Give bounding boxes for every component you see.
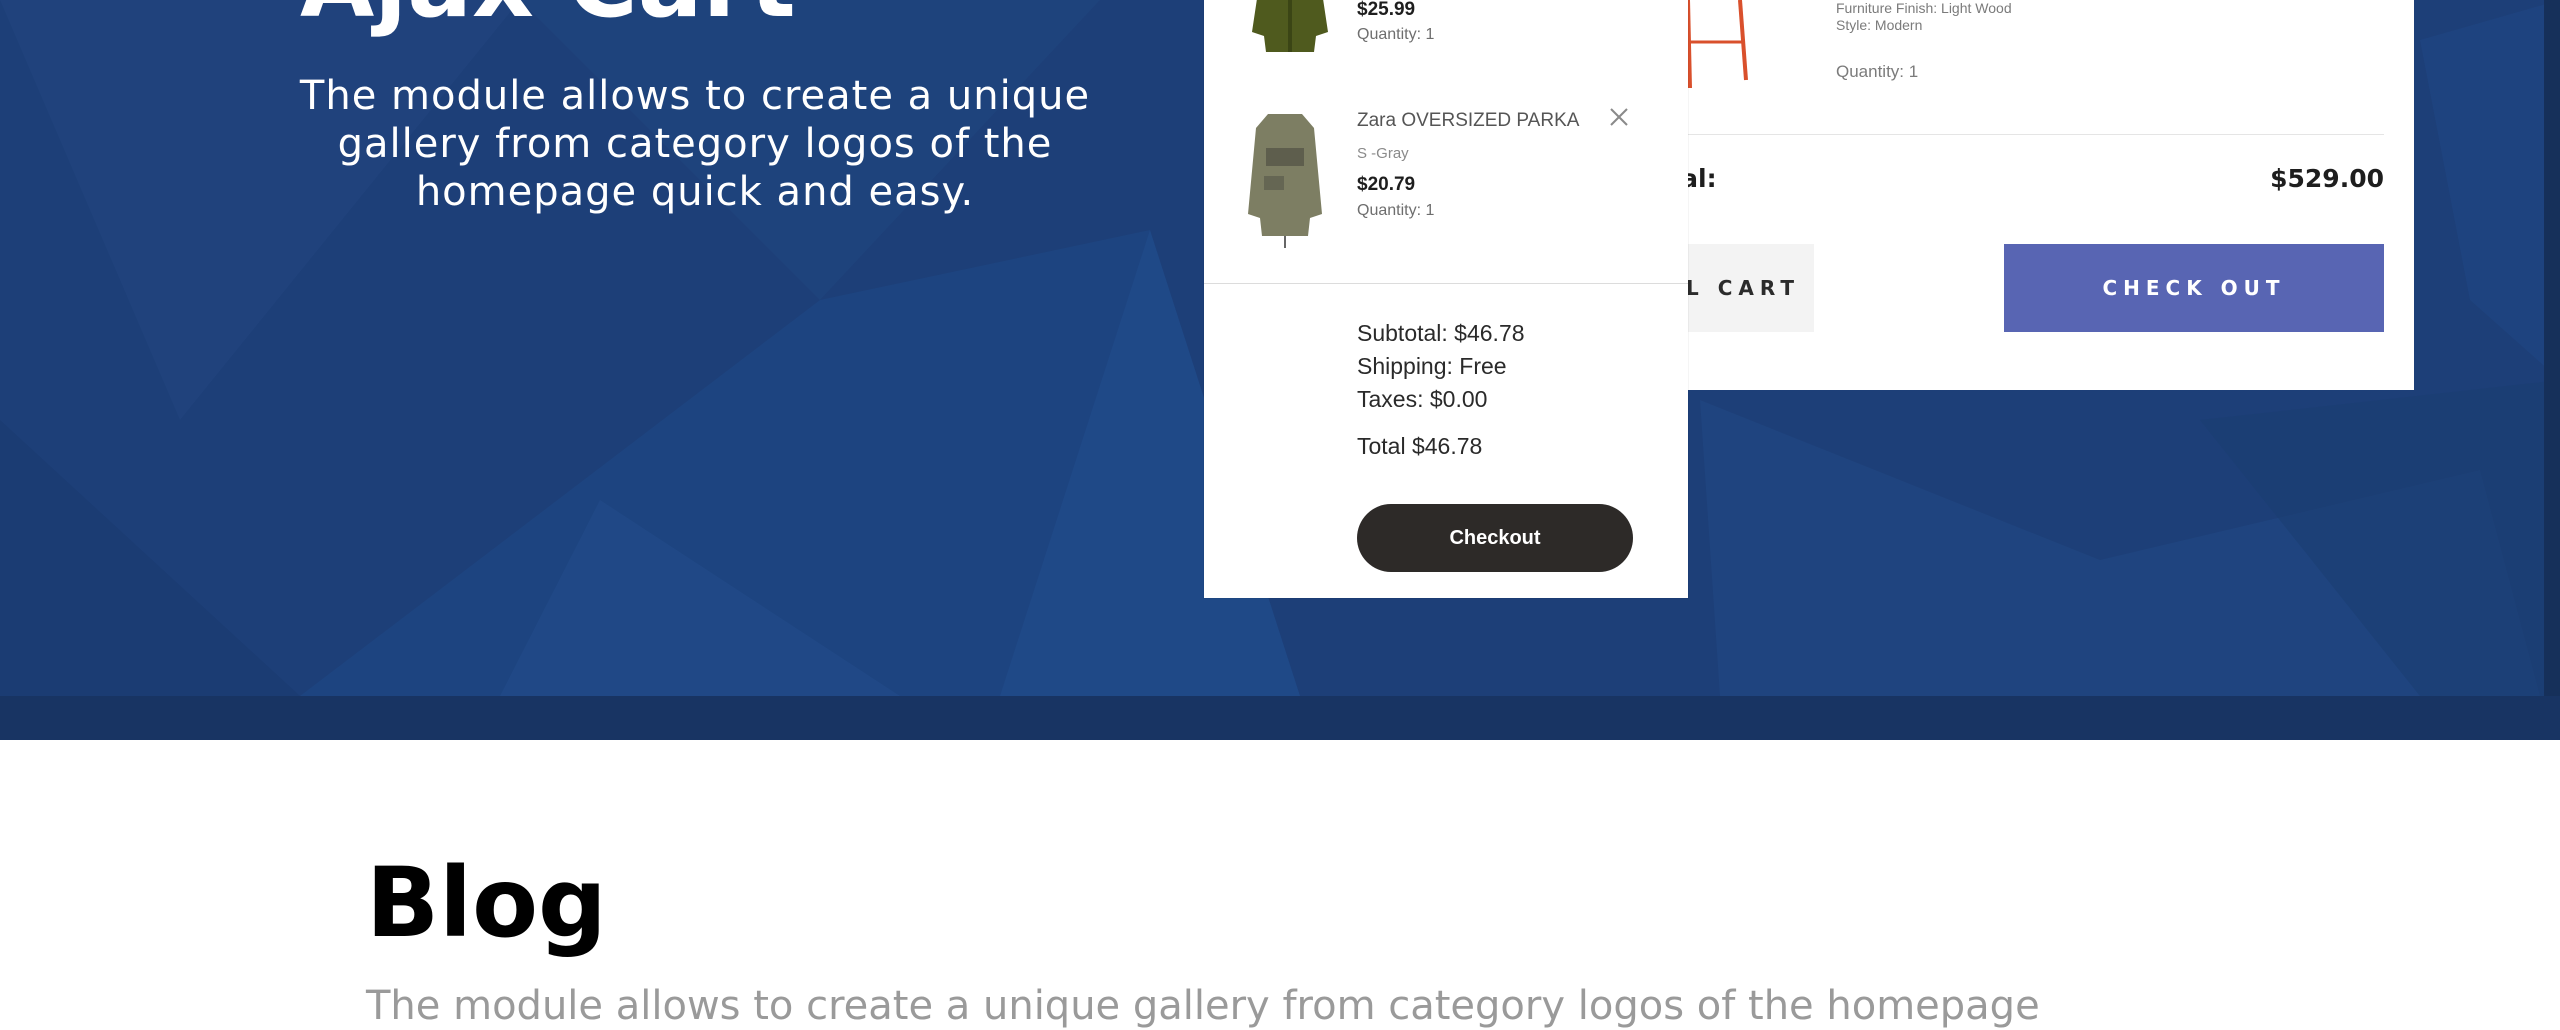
mini-cart-item-price: $25.99 <box>1357 0 1416 20</box>
mini-cart-total: Total $46.78 <box>1357 433 1483 459</box>
hero-edge-strip <box>2544 0 2560 696</box>
product-finish: Furniture Finish: Light Wood <box>1836 0 2012 16</box>
check-out-button[interactable]: CHECK OUT <box>2004 244 2384 332</box>
jacket-thumbnail <box>1252 0 1328 52</box>
cart-product-quantity: Quantity: 1 <box>1836 62 1919 81</box>
remove-item-close-icon[interactable] <box>1608 106 1630 128</box>
mini-cart-checkout-button[interactable]: Checkout <box>1357 504 1633 572</box>
chair-product-image <box>1686 0 1748 89</box>
mini-cart-shipping: Shipping: Free <box>1357 353 1507 379</box>
mini-cart-item-variant: S -Gray <box>1357 145 1409 162</box>
mini-cart-item-quantity: Quantity: 1 <box>1357 26 1435 43</box>
product-style: Style: Modern <box>1836 17 1923 33</box>
mini-cart-item-price: $20.79 <box>1357 174 1416 195</box>
mini-cart-subtotal: Subtotal: $46.78 <box>1357 320 1525 346</box>
cart-product-details: Furniture Finish: Light Wood Style: Mode… <box>1836 0 2012 34</box>
cart-total-value: $529.00 <box>2270 164 2384 193</box>
cart-divider <box>1680 134 2384 135</box>
hero-title: Ajax Cart <box>300 0 1100 38</box>
mini-cart-taxes: Taxes: $0.00 <box>1357 386 1488 412</box>
mini-cart-divider <box>1204 283 1688 284</box>
hero-description: The module allows to create a unique gal… <box>299 73 1091 215</box>
mini-cart-item: $25.99 Quantity: 1 <box>1204 0 1688 60</box>
hero-bottom-band <box>0 696 2560 740</box>
blog-description: The module allows to create a unique gal… <box>366 983 2040 1029</box>
mini-cart-item-quantity: Quantity: 1 <box>1357 202 1435 219</box>
mini-cart-item-name: Zara OVERSIZED PARKA <box>1357 110 1580 131</box>
blog-title: Blog <box>366 847 607 959</box>
mini-cart-dropdown: $25.99 Quantity: 1 Zara OVERSIZED PARKA … <box>1204 0 1688 598</box>
parka-thumbnail <box>1248 114 1322 248</box>
